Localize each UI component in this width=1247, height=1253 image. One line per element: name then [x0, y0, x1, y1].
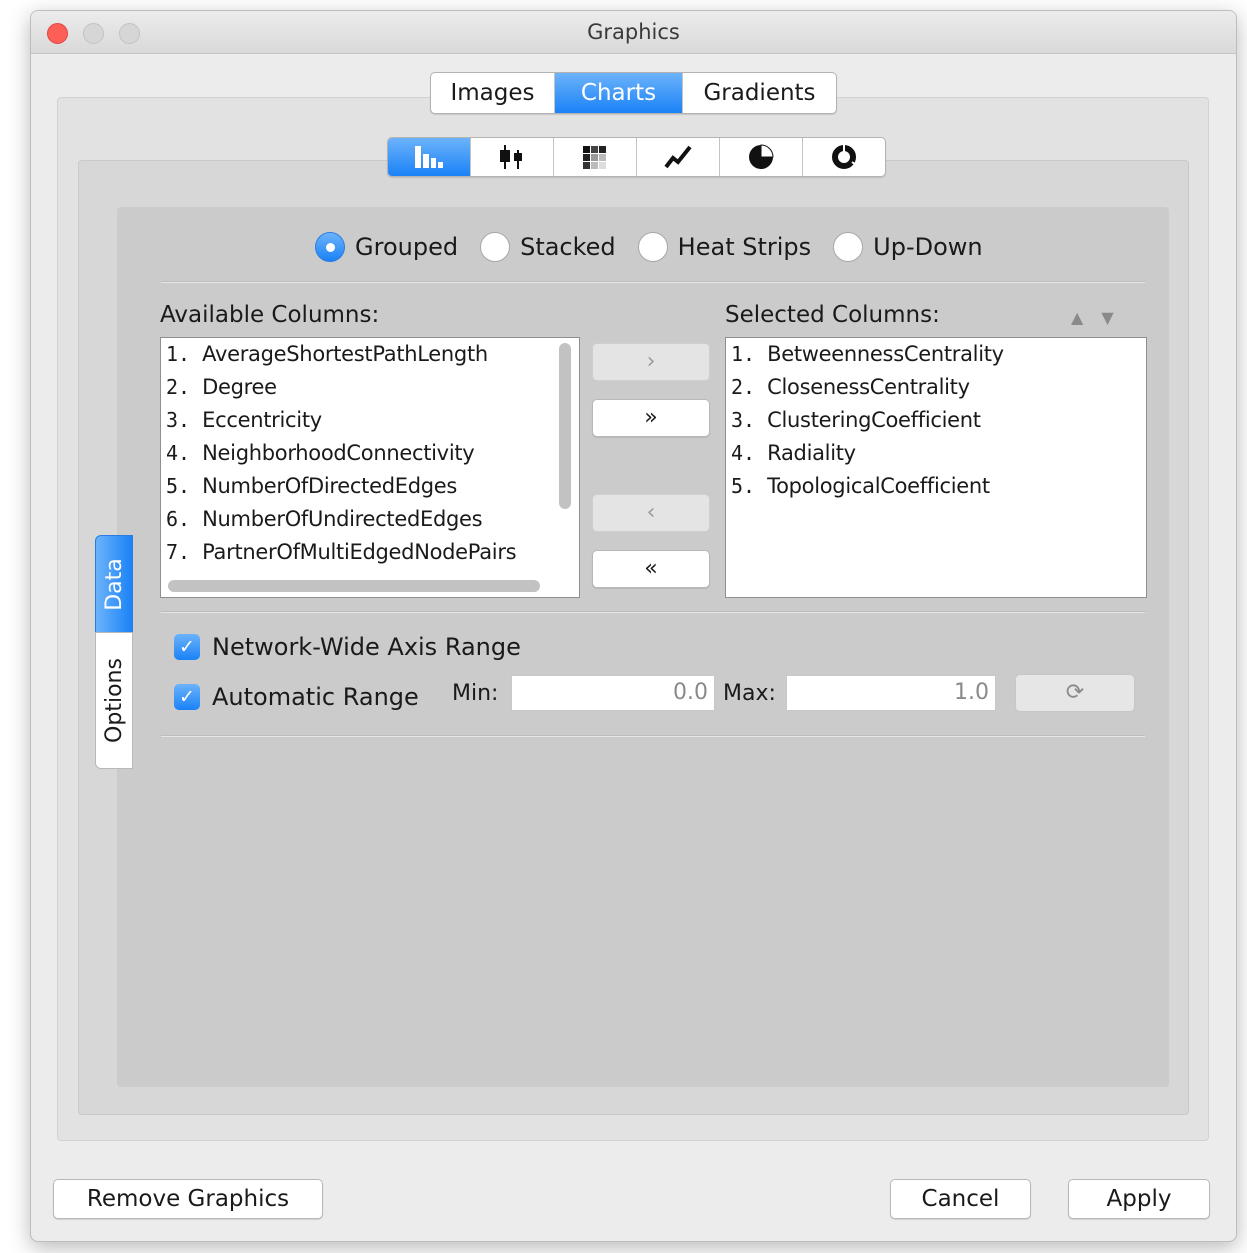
available-columns-list[interactable]: 1. AverageShortestPathLength 2. Degree 3…: [160, 337, 580, 598]
list-item[interactable]: 2. ClosenessCentrality: [726, 371, 1146, 404]
radio-up-down-button[interactable]: [833, 232, 864, 262]
layout-radio-group: Grouped Stacked Heat Strips Up-Down: [315, 232, 1005, 262]
list-item[interactable]: 7. PartnerOfMultiEdgedNodePairs: [161, 536, 579, 569]
list-item[interactable]: 5. TopologicalCoefficient: [726, 470, 1146, 503]
min-label: Min:: [452, 681, 499, 706]
apply-button[interactable]: Apply: [1068, 1179, 1210, 1219]
tab-charts[interactable]: Charts: [555, 73, 683, 113]
refresh-range-button[interactable]: ⟳: [1015, 674, 1135, 712]
radio-grouped-label: Grouped: [355, 233, 459, 261]
chart-type-pie[interactable]: [720, 138, 803, 176]
list-item[interactable]: 2. Degree: [161, 371, 579, 404]
radio-stacked[interactable]: Stacked: [480, 232, 616, 262]
radio-grouped[interactable]: Grouped: [315, 232, 458, 262]
automatic-range-option[interactable]: ✓ Automatic Range: [174, 683, 419, 711]
side-tab-options-label: Options: [101, 658, 127, 743]
list-item[interactable]: 6. NumberOfUndirectedEdges: [161, 503, 579, 536]
title-bar: Graphics: [31, 11, 1236, 54]
list-item[interactable]: 4. NeighborhoodConnectivity: [161, 437, 579, 470]
automatic-range-label: Automatic Range: [212, 683, 419, 711]
radio-up-down[interactable]: Up-Down: [833, 232, 983, 262]
list-item[interactable]: 1. AverageShortestPathLength: [161, 338, 579, 371]
radio-stacked-button[interactable]: [480, 232, 511, 262]
available-columns-label: Available Columns:: [160, 302, 380, 328]
cancel-button[interactable]: Cancel: [890, 1179, 1031, 1219]
side-tab-data-label: Data: [101, 557, 127, 611]
separator: [161, 735, 1145, 737]
list-item[interactable]: 1. BetweennessCentrality: [726, 338, 1146, 371]
refresh-icon: ⟳: [1065, 680, 1085, 705]
radio-heat-strips-label: Heat Strips: [677, 233, 812, 261]
list-item[interactable]: 4. Radiality: [726, 437, 1146, 470]
chart-type-selector: [387, 137, 886, 177]
graphics-dialog: Graphics Images Charts Gradients Data Op…: [30, 10, 1237, 1242]
network-wide-axis-range-label: Network-Wide Axis Range: [212, 633, 521, 661]
list-item[interactable]: 3. Eccentricity: [161, 404, 579, 437]
vertical-scrollbar[interactable]: [559, 343, 571, 509]
chart-type-line[interactable]: [637, 138, 720, 176]
selected-columns-label: Selected Columns:: [725, 302, 940, 328]
radio-heat-strips[interactable]: Heat Strips: [637, 232, 812, 262]
remove-graphics-button[interactable]: Remove Graphics: [53, 1179, 323, 1219]
side-tab-options[interactable]: Options: [95, 632, 133, 769]
tab-gradients[interactable]: Gradients: [683, 73, 836, 113]
network-wide-axis-range-checkbox[interactable]: ✓: [174, 634, 200, 660]
pie-chart-icon: [749, 144, 774, 169]
sort-arrows: ▲▼: [1071, 308, 1132, 327]
remove-column-button[interactable]: ‹: [592, 494, 710, 532]
tab-images[interactable]: Images: [431, 73, 555, 113]
line-chart-icon: [664, 145, 692, 169]
min-field[interactable]: 0.0: [511, 675, 715, 711]
separator: [161, 611, 1145, 613]
move-down-icon[interactable]: ▼: [1101, 308, 1131, 327]
radio-up-down-label: Up-Down: [873, 233, 983, 261]
max-label: Max:: [723, 681, 776, 706]
network-wide-axis-range-option[interactable]: ✓ Network-Wide Axis Range: [174, 633, 521, 661]
move-up-icon[interactable]: ▲: [1071, 308, 1101, 327]
radio-stacked-label: Stacked: [520, 233, 616, 261]
window-title: Graphics: [587, 20, 680, 44]
add-all-columns-button[interactable]: »: [592, 399, 710, 437]
list-item[interactable]: 3. ClusteringCoefficient: [726, 404, 1146, 437]
separator: [161, 281, 1145, 283]
bar-chart-icon: [415, 146, 443, 168]
side-tab-data[interactable]: Data: [95, 535, 133, 633]
selected-columns-list[interactable]: 1. BetweennessCentrality 2. ClosenessCen…: [725, 337, 1147, 598]
max-field[interactable]: 1.0: [786, 675, 996, 711]
chart-type-ring[interactable]: [803, 138, 885, 176]
chart-type-heatmap[interactable]: [554, 138, 637, 176]
chart-type-bar[interactable]: [388, 138, 471, 176]
remove-all-columns-button[interactable]: «: [592, 550, 710, 588]
ring-chart-icon: [832, 145, 857, 169]
add-column-button[interactable]: ›: [592, 343, 710, 381]
heat-map-icon: [583, 146, 606, 169]
radio-heat-strips-button[interactable]: [637, 232, 668, 262]
automatic-range-checkbox[interactable]: ✓: [174, 684, 200, 710]
radio-grouped-button[interactable]: [315, 232, 345, 262]
graphics-tabs: Images Charts Gradients: [430, 72, 837, 114]
horizontal-scrollbar[interactable]: [168, 580, 540, 592]
list-item[interactable]: 5. NumberOfDirectedEdges: [161, 470, 579, 503]
box-plot-icon: [500, 145, 522, 169]
chart-type-box[interactable]: [471, 138, 554, 176]
